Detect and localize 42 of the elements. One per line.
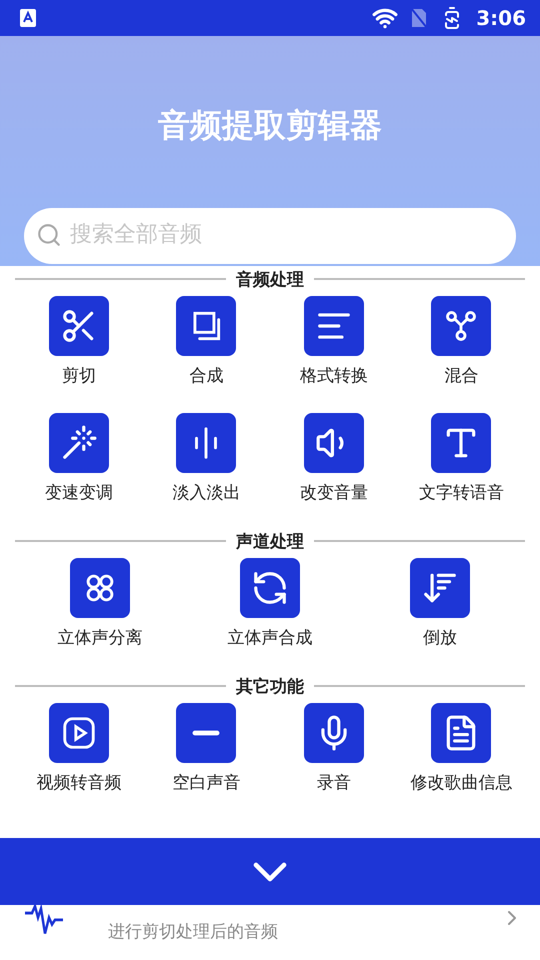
list-item-subtitle: 进行剪切处理后的音频 — [108, 921, 279, 943]
tool-button[interactable]: 淡入淡出 — [142, 413, 270, 504]
magic-wand-icon — [48, 413, 109, 473]
no-sim-icon — [410, 7, 428, 29]
microphone-icon — [304, 703, 364, 763]
clover-icon — [70, 558, 130, 618]
sort-down-icon — [410, 558, 470, 618]
search-icon — [36, 222, 62, 248]
tool-button[interactable]: 修改歌曲信息 — [398, 703, 525, 794]
section-title: 音频处理 — [236, 268, 304, 290]
tool-button[interactable]: 立体声合成 — [185, 558, 355, 649]
section-title: 声道处理 — [236, 530, 304, 552]
tool-button[interactable]: 剪切 — [15, 296, 142, 387]
search-input[interactable]: 搜索全部音频 — [70, 222, 450, 247]
tool-button[interactable]: 倒放 — [355, 558, 525, 649]
minus-icon — [176, 703, 236, 763]
app-title: 音频提取剪辑器 — [158, 105, 382, 146]
status-time: 3:06 — [476, 6, 526, 30]
tool-button[interactable]: 空白声音 — [142, 703, 270, 794]
app-notification-icon — [20, 9, 36, 27]
search-field[interactable]: 搜索全部音频 — [24, 208, 516, 264]
collapse-button[interactable] — [0, 838, 540, 905]
tool-button[interactable]: 混合 — [398, 296, 525, 387]
text-icon — [431, 413, 492, 473]
tool-button[interactable]: 视频转音频 — [15, 703, 142, 794]
speaker-icon — [304, 413, 364, 473]
section-title: 其它功能 — [236, 676, 304, 698]
document-icon — [431, 703, 492, 763]
tool-button[interactable]: 录音 — [270, 703, 398, 794]
tool-button[interactable]: 格式转换 — [270, 296, 398, 387]
nodes-icon — [431, 296, 492, 356]
text-lines-icon — [304, 296, 364, 356]
rotate-icon — [240, 558, 300, 618]
tool-button[interactable]: 改变音量 — [270, 413, 398, 504]
layers-icon — [176, 296, 236, 356]
scissors-icon — [48, 296, 109, 356]
audio-bars-icon — [176, 413, 236, 473]
tool-button[interactable]: 变速变调 — [15, 413, 142, 504]
tool-button[interactable]: 文字转语音 — [398, 413, 525, 504]
tool-button[interactable]: 合成 — [142, 296, 270, 387]
tool-button[interactable]: 立体声分离 — [15, 558, 185, 649]
play-icon — [48, 703, 109, 763]
